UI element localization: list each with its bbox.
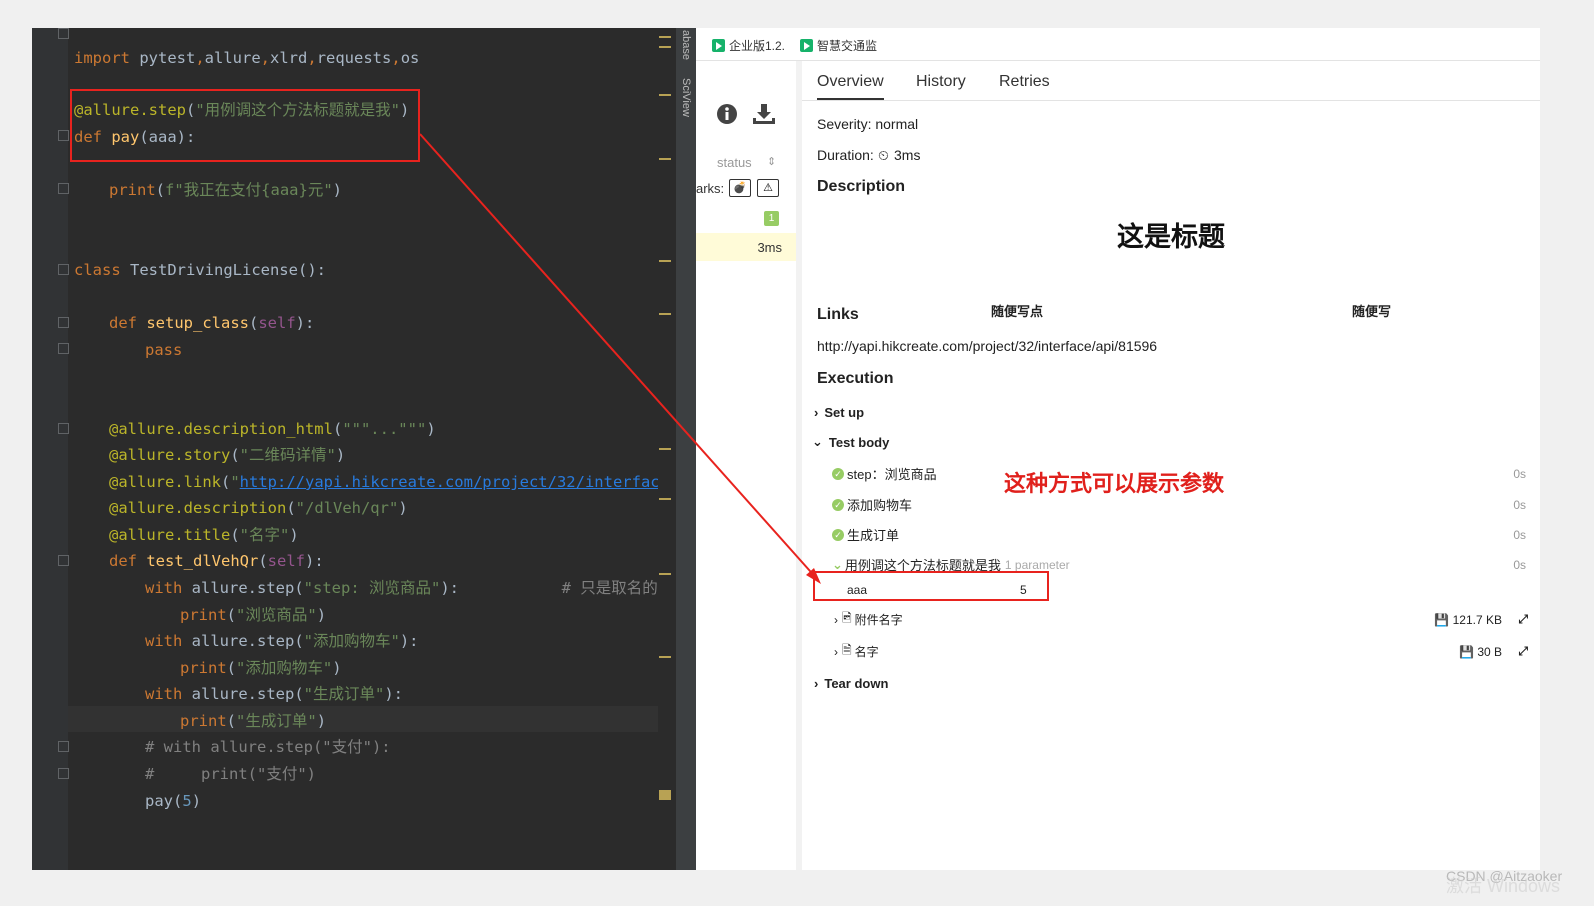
- annotation-arrow: [419, 133, 821, 584]
- activation-watermark: 激活 Windows: [1446, 876, 1561, 896]
